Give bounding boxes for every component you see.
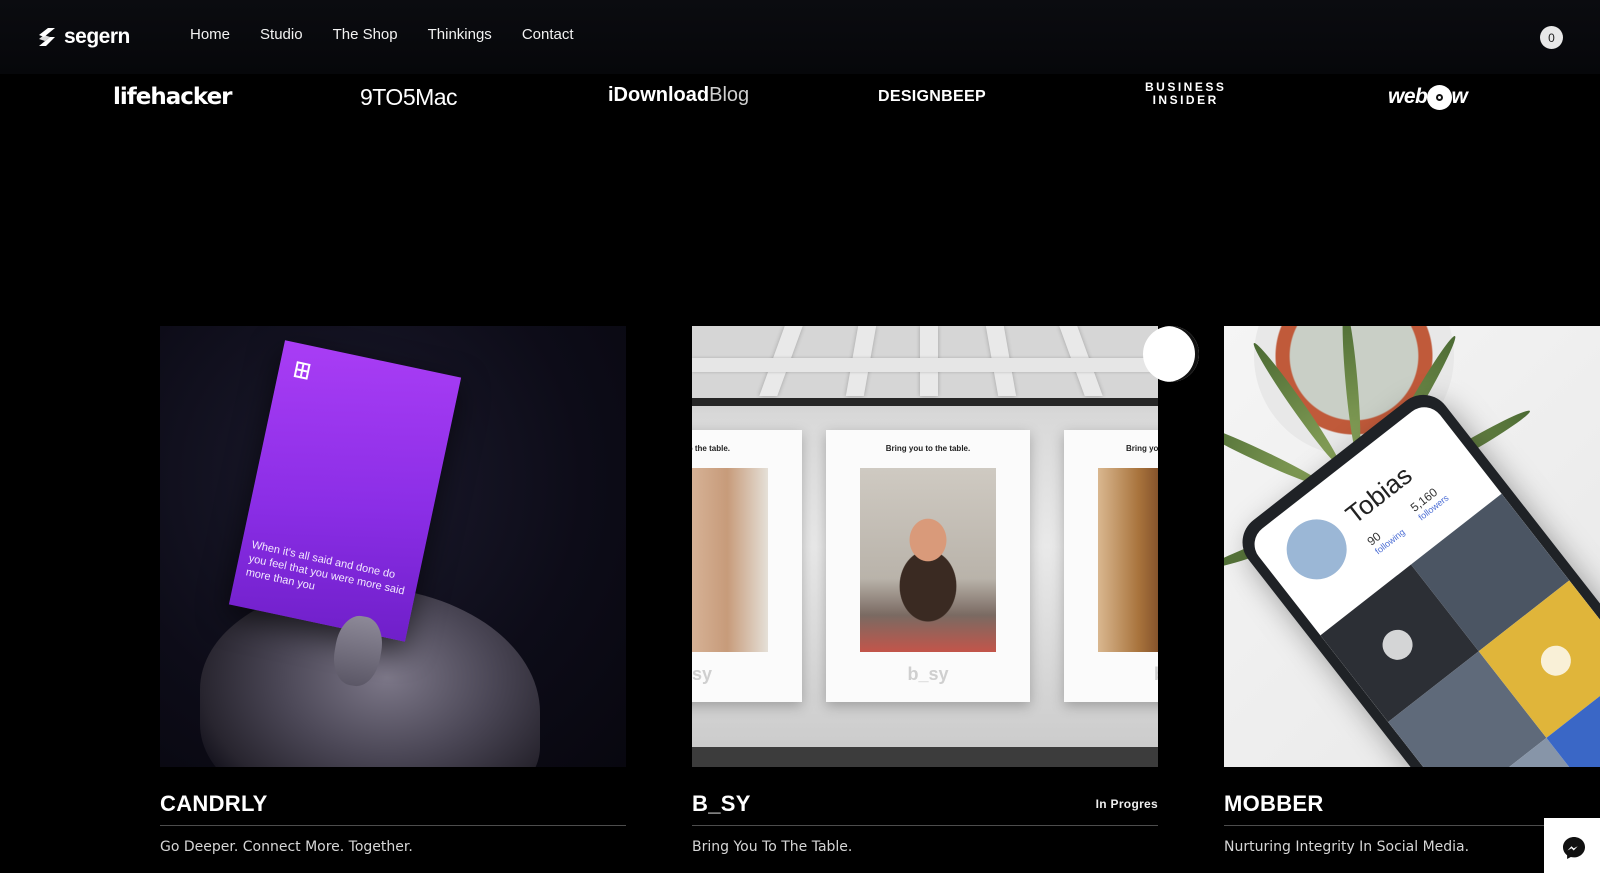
title-divider — [692, 825, 1158, 826]
business-insider-logo: BUSINESS INSIDER — [1145, 81, 1226, 107]
site-logo[interactable]: segern — [36, 24, 130, 50]
phone-screen: Tobias 90 following 5,160 followers — [1246, 399, 1600, 767]
status-label: In Progres — [1095, 797, 1158, 811]
profile-name: Tobias — [1339, 459, 1418, 530]
insider-text: INSIDER — [1152, 93, 1219, 107]
press-logos: lifehacker 9TO5Mac iDownloadBlog DESIGNB… — [0, 78, 1600, 120]
project-mobber[interactable]: Tobias 90 following 5,160 followers MOBB… — [1224, 326, 1600, 855]
site-header: segern Home Studio The Shop Thinkings Co… — [0, 0, 1600, 74]
page: segern Home Studio The Shop Thinkings Co… — [0, 0, 1600, 873]
blog-text: Blog — [709, 84, 750, 106]
nav-studio[interactable]: Studio — [260, 26, 303, 43]
messenger-chat-button[interactable] — [1544, 818, 1600, 873]
nav-contact[interactable]: Contact — [522, 26, 574, 43]
cursor-follower — [1143, 326, 1199, 382]
nav-thinkings[interactable]: Thinkings — [428, 26, 492, 43]
title-divider — [160, 825, 626, 826]
9to5mac-logo: 9TO5Mac — [360, 84, 458, 110]
designbeep-logo: DESIGNBEEP — [878, 88, 986, 105]
idownload-text: iDownload — [608, 84, 710, 106]
mobber-image[interactable]: Tobias 90 following 5,160 followers — [1224, 326, 1600, 767]
project-tagline: Go Deeper. Connect More. Together. — [160, 839, 413, 855]
cart-count-badge[interactable]: 0 — [1540, 26, 1563, 49]
main-nav: Home Studio The Shop Thinkings Contact — [190, 26, 604, 43]
poster-portrait — [860, 468, 996, 652]
messenger-icon — [1563, 837, 1585, 859]
b-sy-image[interactable]: o the table. sy Bring you to the table. … — [692, 326, 1158, 767]
gallery-floor — [692, 747, 1158, 767]
project-tagline: Bring You To The Table. — [692, 839, 853, 855]
poster-center: Bring you to the table. b_sy — [826, 430, 1030, 702]
project-title[interactable]: CANDRLY — [160, 791, 268, 817]
poster-left: o the table. sy — [692, 430, 802, 702]
card-text: When it's all said and done do you feel … — [244, 538, 406, 598]
gallery-ceiling — [692, 326, 1158, 404]
project-b-sy[interactable]: o the table. sy Bring you to the table. … — [692, 326, 1158, 855]
poster-caption: Bring you to the table. — [885, 444, 971, 453]
logo-text: segern — [64, 25, 130, 48]
project-tagline: Nurturing Integrity In Social Media. — [1224, 839, 1470, 855]
nav-the-shop[interactable]: The Shop — [333, 26, 398, 43]
project-title[interactable]: MOBBER — [1224, 791, 1324, 817]
lifehacker-logo: lifehacker — [113, 84, 233, 110]
segern-logo-icon — [39, 28, 55, 46]
phone-mockup: Tobias 90 following 5,160 followers — [1231, 383, 1600, 767]
poster-right: Bring yo b — [1064, 430, 1158, 702]
idownloadblog-logo: iDownloadBlog — [608, 84, 749, 107]
gallery-rail — [692, 398, 1158, 406]
poster-brand: b_sy — [907, 664, 949, 684]
cursor-dot-icon — [1427, 85, 1452, 110]
candrly-image[interactable]: When it's all said and done do you feel … — [160, 326, 626, 767]
nav-home[interactable]: Home — [190, 26, 230, 43]
card-logo-icon — [293, 361, 311, 380]
project-candrly[interactable]: When it's all said and done do you feel … — [160, 326, 626, 855]
project-title[interactable]: B_SY — [692, 791, 751, 817]
